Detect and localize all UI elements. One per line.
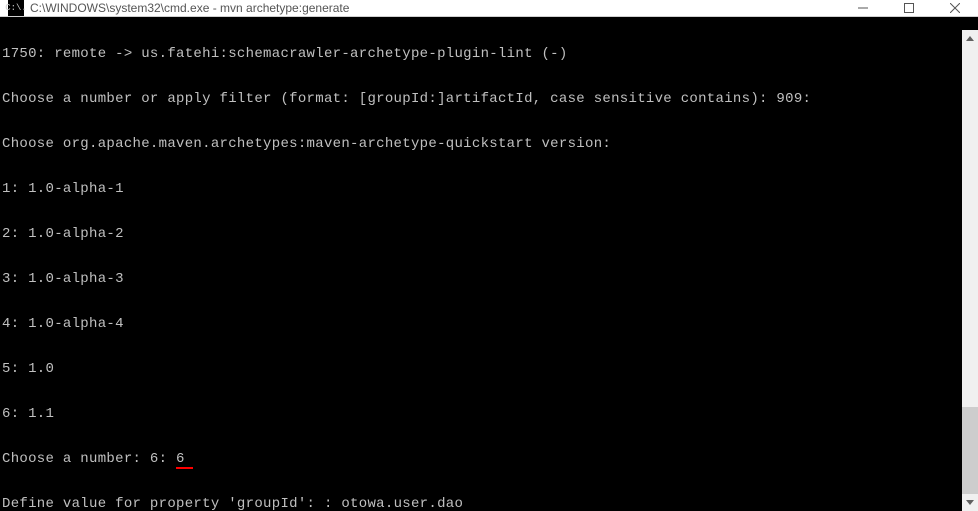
prompt-line: Choose a number: 6: 6: [2, 452, 976, 467]
output-line: 6: 1.1: [2, 407, 976, 422]
minimize-button[interactable]: [840, 0, 886, 16]
prompt-text: Choose a number: 6:: [2, 451, 176, 467]
output-line: 5: 1.0: [2, 362, 976, 377]
scroll-up-button[interactable]: [962, 30, 978, 47]
cmd-icon-text: C:\.: [5, 4, 27, 13]
terminal-area[interactable]: 1750: remote -> us.fatehi:schemacrawler-…: [0, 17, 978, 511]
user-input: 6: [176, 451, 193, 469]
prompt-text: Define value for property 'groupId': :: [2, 496, 341, 511]
scroll-thumb[interactable]: [962, 407, 978, 494]
cmd-window: C:\. C:\WINDOWS\system32\cmd.exe - mvn a…: [0, 0, 978, 511]
window-title: C:\WINDOWS\system32\cmd.exe - mvn archet…: [30, 1, 840, 15]
maximize-button[interactable]: [886, 0, 932, 16]
output-line: 1750: remote -> us.fatehi:schemacrawler-…: [2, 47, 976, 62]
output-line: Choose org.apache.maven.archetypes:maven…: [2, 137, 976, 152]
titlebar[interactable]: C:\. C:\WINDOWS\system32\cmd.exe - mvn a…: [0, 0, 978, 17]
output-line: 1: 1.0-alpha-1: [2, 182, 976, 197]
output-line: Choose a number or apply filter (format:…: [2, 92, 976, 107]
user-input: otowa.user.dao: [341, 496, 463, 511]
scroll-track[interactable]: [962, 47, 978, 494]
scroll-down-button[interactable]: [962, 494, 978, 511]
output-line: 2: 1.0-alpha-2: [2, 227, 976, 242]
output-line: 3: 1.0-alpha-3: [2, 272, 976, 287]
vertical-scrollbar[interactable]: [962, 30, 978, 511]
close-button[interactable]: [932, 0, 978, 16]
window-controls: [840, 0, 978, 16]
cmd-icon: C:\.: [8, 0, 24, 16]
prompt-line: Define value for property 'groupId': : o…: [2, 497, 976, 511]
output-line: 4: 1.0-alpha-4: [2, 317, 976, 332]
